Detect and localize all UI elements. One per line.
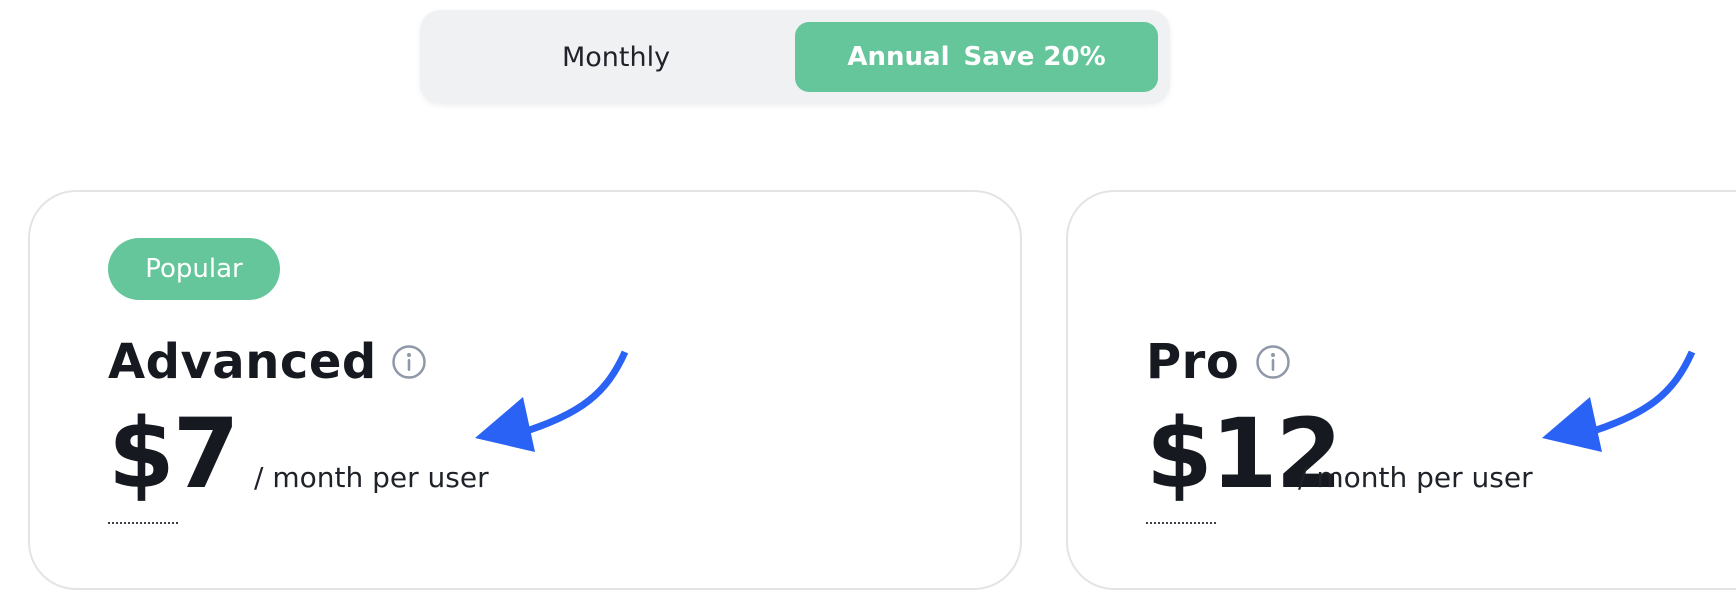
plan-name: Advanced bbox=[108, 334, 377, 390]
curved-arrow-icon bbox=[1542, 350, 1696, 452]
price-period: / month per user bbox=[254, 461, 489, 494]
annual-savings-label: Save 20% bbox=[963, 42, 1106, 72]
plan-card-advanced: Popular Advanced $7 / month per user bbox=[28, 190, 1022, 590]
info-circle-icon[interactable] bbox=[1255, 344, 1291, 380]
popular-badge: Popular bbox=[108, 238, 280, 300]
monthly-label: Monthly bbox=[561, 41, 671, 73]
monthly-option[interactable]: Monthly bbox=[436, 22, 796, 92]
card-text-cut bbox=[108, 522, 198, 530]
price-period: / month per user bbox=[1298, 461, 1533, 494]
price: $7 bbox=[108, 398, 240, 510]
card-text-cut bbox=[1146, 522, 1236, 530]
curved-arrow-icon bbox=[475, 350, 629, 452]
info-circle-icon[interactable] bbox=[391, 344, 427, 380]
plan-card-pro: Pro $12 / month per user bbox=[1066, 190, 1736, 590]
plan-name: Pro bbox=[1146, 334, 1240, 390]
annual-option[interactable]: Annual Save 20% bbox=[795, 22, 1158, 92]
billing-period-toggle: Monthly Annual Save 20% bbox=[420, 10, 1170, 104]
annual-label: Annual bbox=[847, 42, 950, 72]
